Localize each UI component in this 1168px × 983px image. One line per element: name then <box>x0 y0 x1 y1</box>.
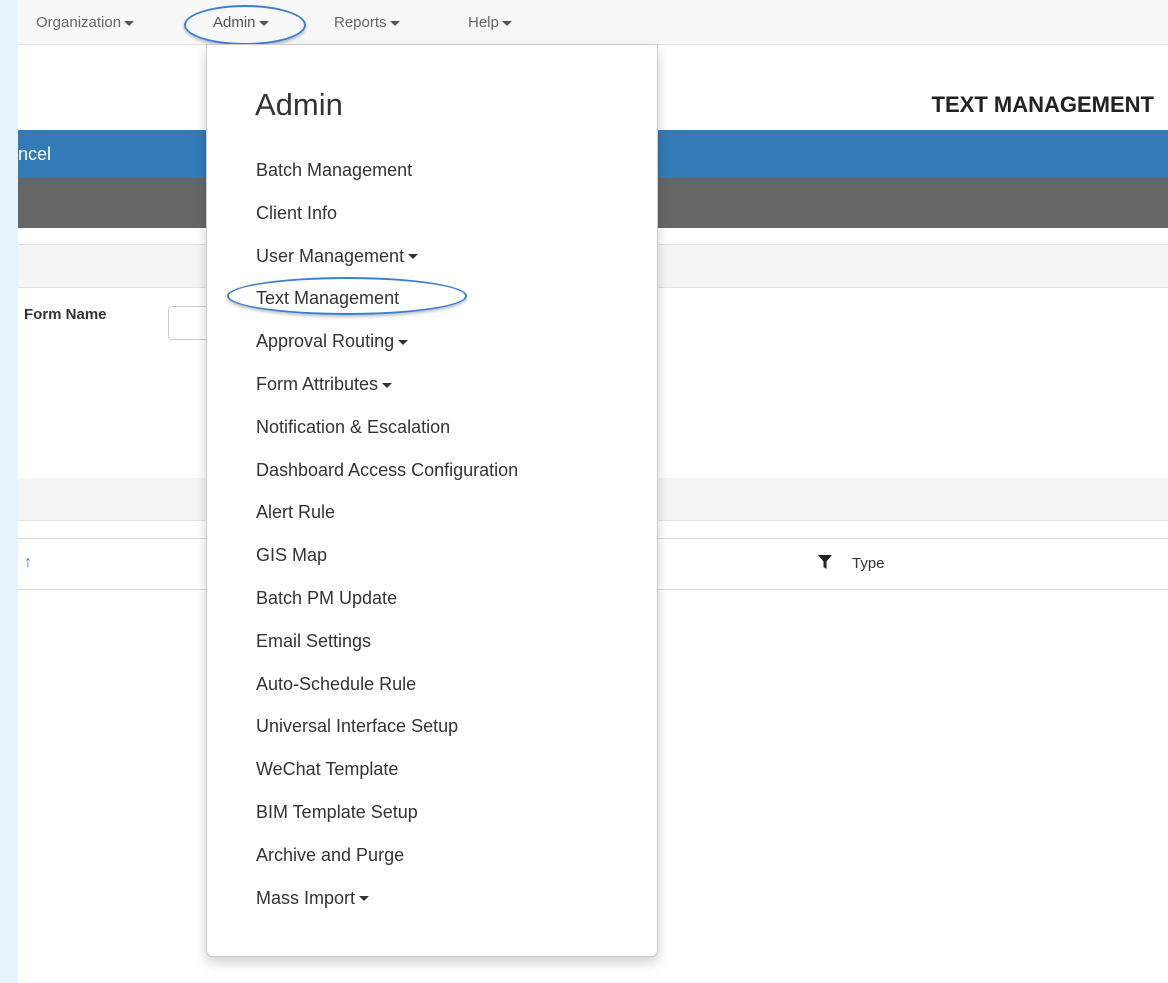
chevron-down-icon <box>389 20 400 26</box>
menu-item-label: Notification & Escalation <box>256 416 451 437</box>
menu-item-label: BIM Template Setup <box>256 801 418 822</box>
menu-item-label: Email Settings <box>256 630 372 651</box>
menu-item-label: Archive and Purge <box>256 844 405 865</box>
page-title: TEXT MANAGEMENT <box>931 92 1154 117</box>
filter-icon[interactable] <box>818 555 832 575</box>
chevron-down-icon <box>501 20 512 26</box>
menu-item-bim-template-setup[interactable]: BIM Template Setup <box>256 791 518 834</box>
admin-menu-list: Batch Management Client Info User Manage… <box>256 149 518 919</box>
menu-item-alert-rule[interactable]: Alert Rule <box>256 491 518 534</box>
nav-organization[interactable]: Organization <box>36 0 135 44</box>
form-name-label: Form Name <box>24 306 107 323</box>
menu-item-label: Dashboard Access Configuration <box>256 459 519 480</box>
text-management-highlight-ring <box>227 277 467 315</box>
app-window: Organization Admin Reports Help TEXT MAN… <box>18 0 1168 983</box>
chevron-down-icon <box>398 339 409 345</box>
menu-item-auto-schedule-rule[interactable]: Auto-Schedule Rule <box>256 663 518 706</box>
menu-item-label: Mass Import <box>256 887 356 908</box>
menu-item-label: WeChat Template <box>256 759 399 780</box>
menu-item-label: User Management <box>256 245 405 266</box>
nav-help-label: Help <box>468 14 499 31</box>
menu-item-gis-map[interactable]: GIS Map <box>256 534 518 577</box>
menu-item-label: Batch PM Update <box>256 587 398 608</box>
menu-item-label: GIS Map <box>256 545 328 566</box>
menu-item-universal-interface-setup[interactable]: Universal Interface Setup <box>256 705 518 748</box>
column-header-type[interactable]: Type <box>852 555 885 572</box>
top-navbar: Organization Admin Reports Help <box>18 0 1168 45</box>
chevron-down-icon <box>359 896 370 902</box>
nav-help[interactable]: Help <box>468 0 512 44</box>
menu-item-label: Batch Management <box>256 160 413 180</box>
admin-highlight-ring <box>184 5 306 45</box>
menu-item-wechat-template[interactable]: WeChat Template <box>256 748 518 791</box>
dropdown-header: Admin <box>255 87 343 122</box>
menu-item-dashboard-access-configuration[interactable]: Dashboard Access Configuration <box>256 449 518 492</box>
chevron-down-icon <box>124 20 135 26</box>
menu-item-label: Client Info <box>256 202 338 223</box>
menu-item-client-info[interactable]: Client Info <box>256 192 518 235</box>
menu-item-form-attributes[interactable]: Form Attributes <box>256 363 518 406</box>
menu-item-archive-and-purge[interactable]: Archive and Purge <box>256 834 518 877</box>
nav-reports[interactable]: Reports <box>334 0 400 44</box>
menu-item-batch-pm-update[interactable]: Batch PM Update <box>256 577 518 620</box>
sort-ascending-icon[interactable]: ↑ <box>24 554 32 572</box>
chevron-down-icon <box>408 254 419 260</box>
menu-item-label: Approval Routing <box>256 331 395 352</box>
chevron-down-icon <box>382 382 393 388</box>
menu-item-approval-routing[interactable]: Approval Routing <box>256 320 518 363</box>
nav-organization-label: Organization <box>36 14 122 31</box>
menu-item-email-settings[interactable]: Email Settings <box>256 620 518 663</box>
menu-item-mass-import[interactable]: Mass Import <box>256 877 518 920</box>
menu-item-label: Alert Rule <box>256 502 336 523</box>
menu-item-label: Universal Interface Setup <box>256 716 459 737</box>
nav-reports-label: Reports <box>334 14 387 31</box>
menu-item-notification-escalation[interactable]: Notification & Escalation <box>256 406 518 449</box>
menu-item-label: Form Attributes <box>256 373 379 394</box>
menu-item-user-management[interactable]: User Management <box>256 235 518 278</box>
admin-dropdown-menu: Admin Batch Management Client Info User … <box>206 44 658 957</box>
cancel-button[interactable]: ncel <box>18 144 51 165</box>
menu-item-batch-management[interactable]: Batch Management <box>256 149 518 192</box>
menu-item-label: Auto-Schedule Rule <box>256 673 417 694</box>
